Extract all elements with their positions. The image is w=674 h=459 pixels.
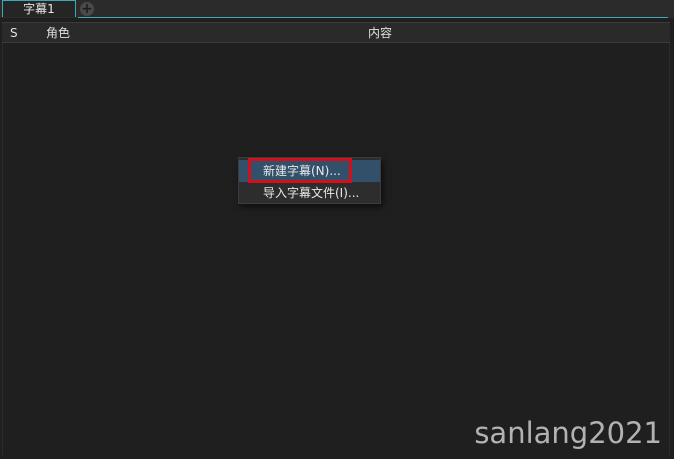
- table-header: S 角色 内容: [2, 22, 670, 43]
- column-header-role[interactable]: 角色: [46, 23, 70, 43]
- tab-label: 字幕1: [23, 2, 55, 16]
- tab-bar: 字幕1 +: [0, 0, 674, 18]
- tab-underline: [78, 17, 668, 18]
- tab-subtitle-1[interactable]: 字幕1: [2, 0, 76, 17]
- menu-item-import-subtitle[interactable]: 导入字幕文件(I)...: [239, 182, 380, 204]
- annotation-highlight-box: [248, 158, 352, 183]
- subtitle-list-area[interactable]: [2, 43, 670, 455]
- watermark: sanlang2021: [474, 416, 662, 450]
- menu-item-label: 导入字幕文件(I)...: [263, 186, 360, 200]
- plus-circle-icon[interactable]: +: [80, 2, 94, 16]
- column-header-content[interactable]: 内容: [368, 23, 392, 43]
- column-header-s[interactable]: S: [10, 23, 18, 43]
